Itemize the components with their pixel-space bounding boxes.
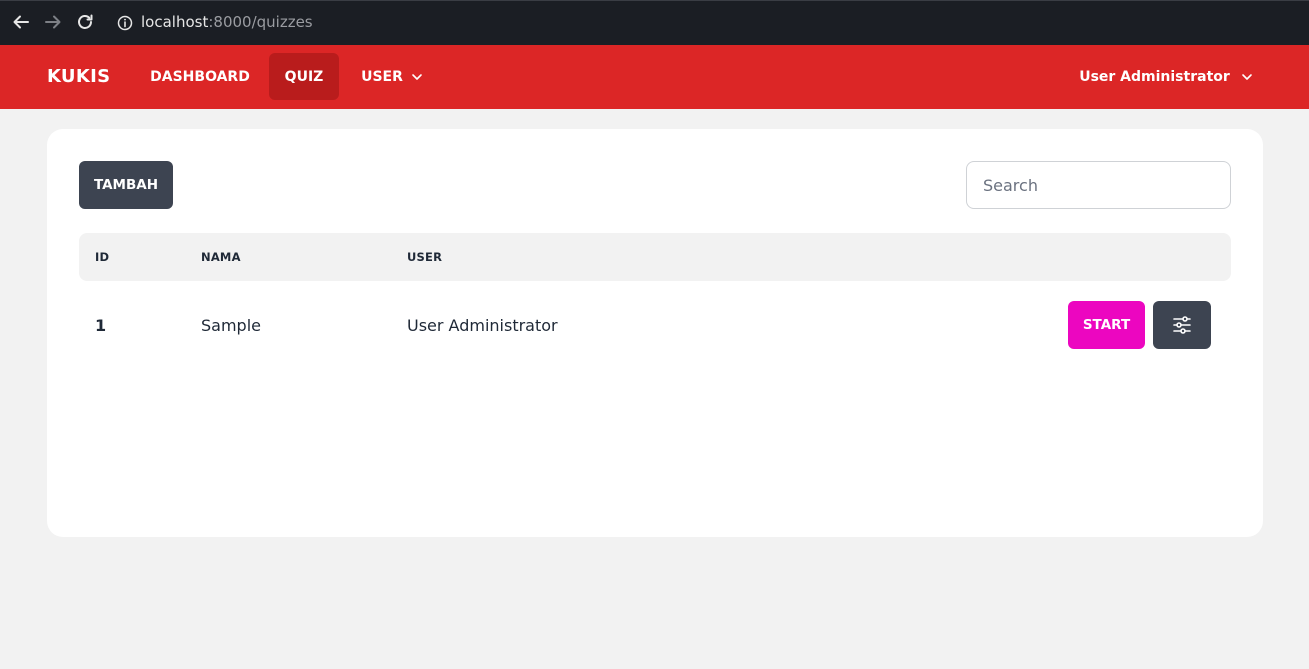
table-header: ID NAMA USER	[79, 233, 1231, 281]
search-input[interactable]	[966, 161, 1231, 209]
chevron-down-icon	[411, 71, 423, 83]
nav-user-dropdown[interactable]: USER	[350, 53, 434, 100]
chevron-down-icon	[1241, 71, 1253, 83]
sliders-icon	[1173, 316, 1191, 334]
start-quiz-label: START	[1082, 317, 1131, 333]
info-icon[interactable]	[116, 14, 134, 32]
reload-icon	[78, 14, 93, 29]
url-host: localhost	[141, 13, 209, 31]
add-quiz-label: TAMBAH	[93, 177, 159, 193]
nav-dashboard[interactable]: DASHBOARD	[140, 53, 260, 100]
arrow-left-icon	[13, 15, 29, 29]
cell-id: 1	[95, 316, 107, 335]
nav-dashboard-label: DASHBOARD	[150, 68, 250, 85]
nav-quiz-label: QUIZ	[284, 68, 324, 85]
browser-toolbar: localhost:8000/quizzes	[0, 0, 1309, 45]
nav-user-label: USER	[361, 68, 403, 85]
quiz-settings-button[interactable]	[1153, 301, 1211, 349]
user-menu-dropdown[interactable]: User Administrator	[1076, 53, 1256, 100]
cell-user: User Administrator	[407, 316, 558, 335]
back-button[interactable]	[10, 11, 32, 33]
quiz-list-card: TAMBAH ID NAMA USER 1 Sample User Admini…	[47, 129, 1263, 537]
address-bar[interactable]: localhost:8000/quizzes	[141, 13, 313, 31]
url-path: :8000/quizzes	[208, 13, 313, 31]
user-menu-label: User Administrator	[1079, 68, 1230, 85]
cell-nama: Sample	[201, 316, 261, 335]
start-quiz-button[interactable]: START	[1068, 301, 1145, 349]
arrow-right-icon	[45, 15, 61, 29]
column-header-id: ID	[95, 250, 110, 264]
brand-logo[interactable]: KUKIS	[47, 66, 110, 87]
column-header-user: USER	[407, 250, 443, 264]
app-navbar: KUKIS DASHBOARD QUIZ USER User Administr…	[0, 45, 1309, 109]
forward-button[interactable]	[42, 11, 64, 33]
reload-button[interactable]	[74, 11, 96, 33]
column-header-nama: NAMA	[201, 250, 241, 264]
add-quiz-button[interactable]: TAMBAH	[79, 161, 173, 209]
nav-quiz[interactable]: QUIZ	[269, 53, 339, 100]
